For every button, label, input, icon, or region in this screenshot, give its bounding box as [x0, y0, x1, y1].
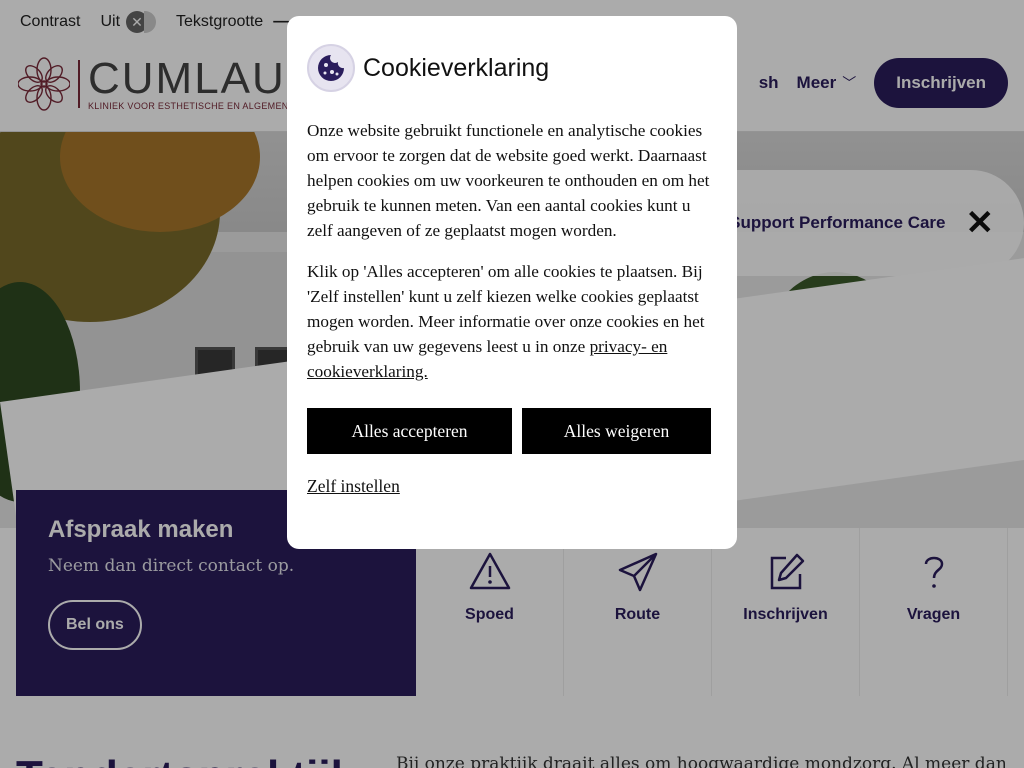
cookie-dialog: Cookieverklaring Onze website gebruikt f…: [287, 16, 737, 549]
customize-settings-link[interactable]: Zelf instellen: [307, 476, 400, 497]
accept-all-button[interactable]: Alles accepteren: [307, 408, 512, 454]
cookie-dialog-title: Cookieverklaring: [363, 53, 550, 82]
reject-all-button[interactable]: Alles weigeren: [522, 408, 711, 454]
cookie-paragraph-1: Onze website gebruikt functionele en ana…: [307, 121, 710, 240]
cookie-paragraph-2: Klik op 'Alles accepteren' om alle cooki…: [307, 259, 717, 384]
cookie-icon: [307, 44, 355, 92]
